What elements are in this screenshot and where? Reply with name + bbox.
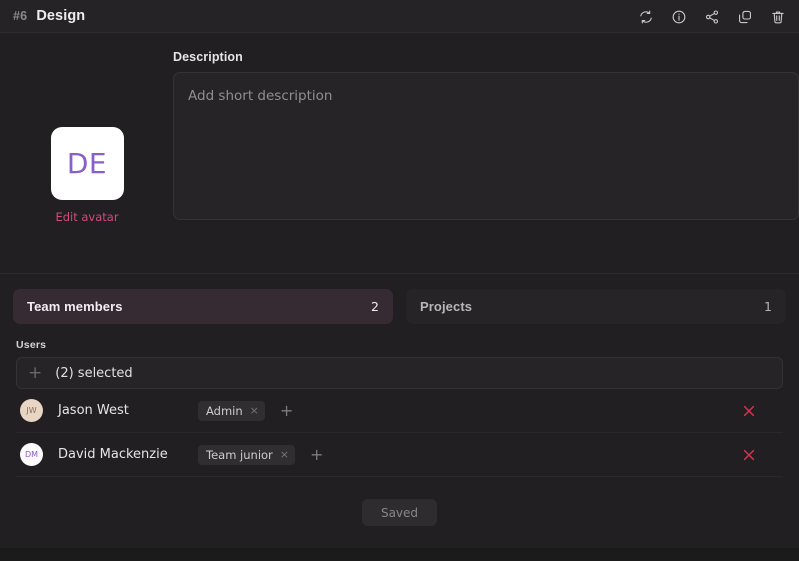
users-selector-value: (2) selected <box>55 365 133 381</box>
users-section: Users + (2) selected JW Jason West Admin… <box>0 324 799 526</box>
role-chip-label: Team junior <box>206 447 273 462</box>
users-label: Users <box>16 339 47 351</box>
relation-tabs: Team members 2 Projects 1 <box>0 274 799 324</box>
tab-label: Projects <box>420 299 473 314</box>
remove-member-button[interactable] <box>741 403 757 419</box>
avatar[interactable]: DE <box>50 127 124 200</box>
avatar-initials: JW <box>26 406 37 415</box>
table-row[interactable]: JW Jason West Admin × + <box>16 389 783 433</box>
tab-count: 1 <box>764 299 772 314</box>
tab-projects[interactable]: Projects 1 <box>406 289 786 324</box>
description-placeholder: Add short description <box>188 88 333 104</box>
role-chip[interactable]: Admin × <box>198 400 265 421</box>
avatar-column: DE Edit avatar <box>16 50 158 257</box>
avatar: DM <box>20 443 43 466</box>
share-icon[interactable] <box>700 5 724 29</box>
description-textarea[interactable]: Add short description <box>173 72 799 220</box>
user-name: Jason West <box>58 403 129 418</box>
user-name: David Mackenzie <box>58 447 168 462</box>
entity-detail-panel: #6 Design DE Edit avatar Description Add… <box>0 0 799 561</box>
save-button[interactable]: Saved <box>361 499 438 526</box>
plus-icon: + <box>28 362 43 383</box>
record-number: #6 <box>13 9 28 23</box>
role-chip[interactable]: Team junior × <box>198 444 296 465</box>
avatar: JW <box>20 399 43 422</box>
add-role-icon[interactable]: + <box>310 446 323 463</box>
table-row[interactable]: DM David Mackenzie Team junior × + <box>16 433 783 477</box>
sync-icon[interactable] <box>634 5 658 29</box>
tab-label: Team members <box>27 299 123 314</box>
edit-avatar-link[interactable]: Edit avatar <box>55 210 118 224</box>
avatar-initials: DM <box>24 450 39 459</box>
trash-icon[interactable] <box>766 5 790 29</box>
close-icon[interactable]: × <box>280 449 289 460</box>
tab-team-members[interactable]: Team members 2 <box>13 289 393 324</box>
tab-count: 2 <box>371 299 379 314</box>
role-chip-label: Admin <box>206 403 243 418</box>
remove-member-button[interactable] <box>741 447 757 463</box>
close-icon[interactable]: × <box>250 405 259 416</box>
users-selector[interactable]: + (2) selected <box>16 357 783 389</box>
identity-section: DE Edit avatar Description Add short des… <box>0 33 799 257</box>
description-label: Description <box>173 50 243 64</box>
duplicate-icon[interactable] <box>733 5 757 29</box>
info-icon[interactable] <box>667 5 691 29</box>
description-column: Description Add short description <box>158 50 799 257</box>
page-title: Design <box>36 8 86 24</box>
header-actions <box>634 0 790 33</box>
footer-actions: Saved <box>16 477 783 526</box>
panel-header: #6 Design <box>0 0 799 33</box>
window-bottom-edge <box>0 548 799 561</box>
add-role-icon[interactable]: + <box>280 402 293 419</box>
avatar-initials: DE <box>66 147 108 180</box>
